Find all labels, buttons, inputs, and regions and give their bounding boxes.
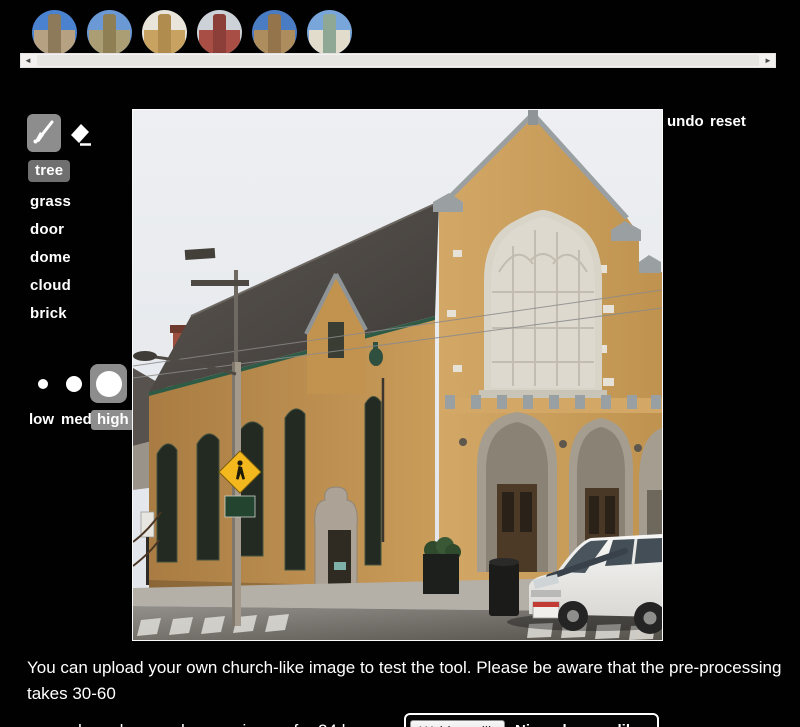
thumbnail-tower xyxy=(323,14,337,55)
app-window: ◄ ► tree grass door dome cloud brick xyxy=(0,0,800,727)
upload-note: You can upload your own church-like imag… xyxy=(27,655,793,727)
label-brick[interactable]: brick xyxy=(30,303,67,325)
thumbnail-bar xyxy=(32,10,352,55)
eraser-tool-button[interactable] xyxy=(62,115,98,153)
label-tree[interactable]: tree xyxy=(28,160,70,182)
brush-size-high-dot[interactable] xyxy=(90,364,127,403)
thumbnail-tower xyxy=(48,14,62,55)
scrollbar-right-arrow-icon[interactable]: ► xyxy=(761,54,775,67)
thumbnail-tower xyxy=(158,14,172,55)
size-label-high[interactable]: high xyxy=(91,410,135,430)
label-dome[interactable]: dome xyxy=(30,247,71,269)
scrollbar-left-arrow-icon[interactable]: ◄ xyxy=(21,54,35,67)
brush-size-low-dot[interactable] xyxy=(38,379,48,389)
file-input[interactable]: Wybierz plik Nie wybrano pliku xyxy=(404,713,660,727)
street-name-sign xyxy=(225,496,255,517)
brush-size-high-circle xyxy=(96,371,122,397)
white-dome-church-thumbnail[interactable] xyxy=(307,10,352,55)
upload-note-line2: seconds and we cache your image for 24 h… xyxy=(27,718,394,727)
reset-button[interactable]: reset xyxy=(710,113,746,130)
scrollbar-thumb[interactable] xyxy=(37,55,759,66)
domed-baroque-church-thumbnail[interactable] xyxy=(32,10,77,55)
palazzo-tower-thumbnail[interactable] xyxy=(252,10,297,55)
brush-size-med-dot[interactable] xyxy=(66,376,82,392)
label-cloud[interactable]: cloud xyxy=(30,275,71,297)
thumbnail-tower xyxy=(213,14,227,55)
choose-file-button[interactable]: Wybierz plik xyxy=(410,720,505,727)
undo-button[interactable]: undo xyxy=(667,113,704,130)
eraser-icon xyxy=(65,117,95,152)
thumbnail-tower xyxy=(103,14,117,55)
upload-note-line1: You can upload your own church-like imag… xyxy=(27,655,793,707)
gable-window xyxy=(479,210,607,398)
church-photo xyxy=(133,110,662,640)
church-canvas[interactable] xyxy=(133,110,662,640)
clock-tower-church-thumbnail[interactable] xyxy=(87,10,132,55)
label-door[interactable]: door xyxy=(30,219,64,241)
thumbnail-scrollbar[interactable]: ◄ ► xyxy=(20,53,776,68)
file-status-text: Nie wybrano pliku xyxy=(515,718,643,727)
planter xyxy=(423,537,461,594)
brush-icon xyxy=(31,117,57,150)
trash-can xyxy=(489,558,519,616)
gothic-cathedral-thumbnail[interactable] xyxy=(142,10,187,55)
size-label-med[interactable]: med xyxy=(61,410,92,430)
red-cathedral-thumbnail[interactable] xyxy=(197,10,242,55)
label-grass[interactable]: grass xyxy=(30,191,71,213)
thumbnail-tower xyxy=(268,14,282,55)
size-label-low[interactable]: low xyxy=(29,410,54,430)
corbel-band xyxy=(439,395,662,413)
brush-tool-button[interactable] xyxy=(27,114,61,152)
